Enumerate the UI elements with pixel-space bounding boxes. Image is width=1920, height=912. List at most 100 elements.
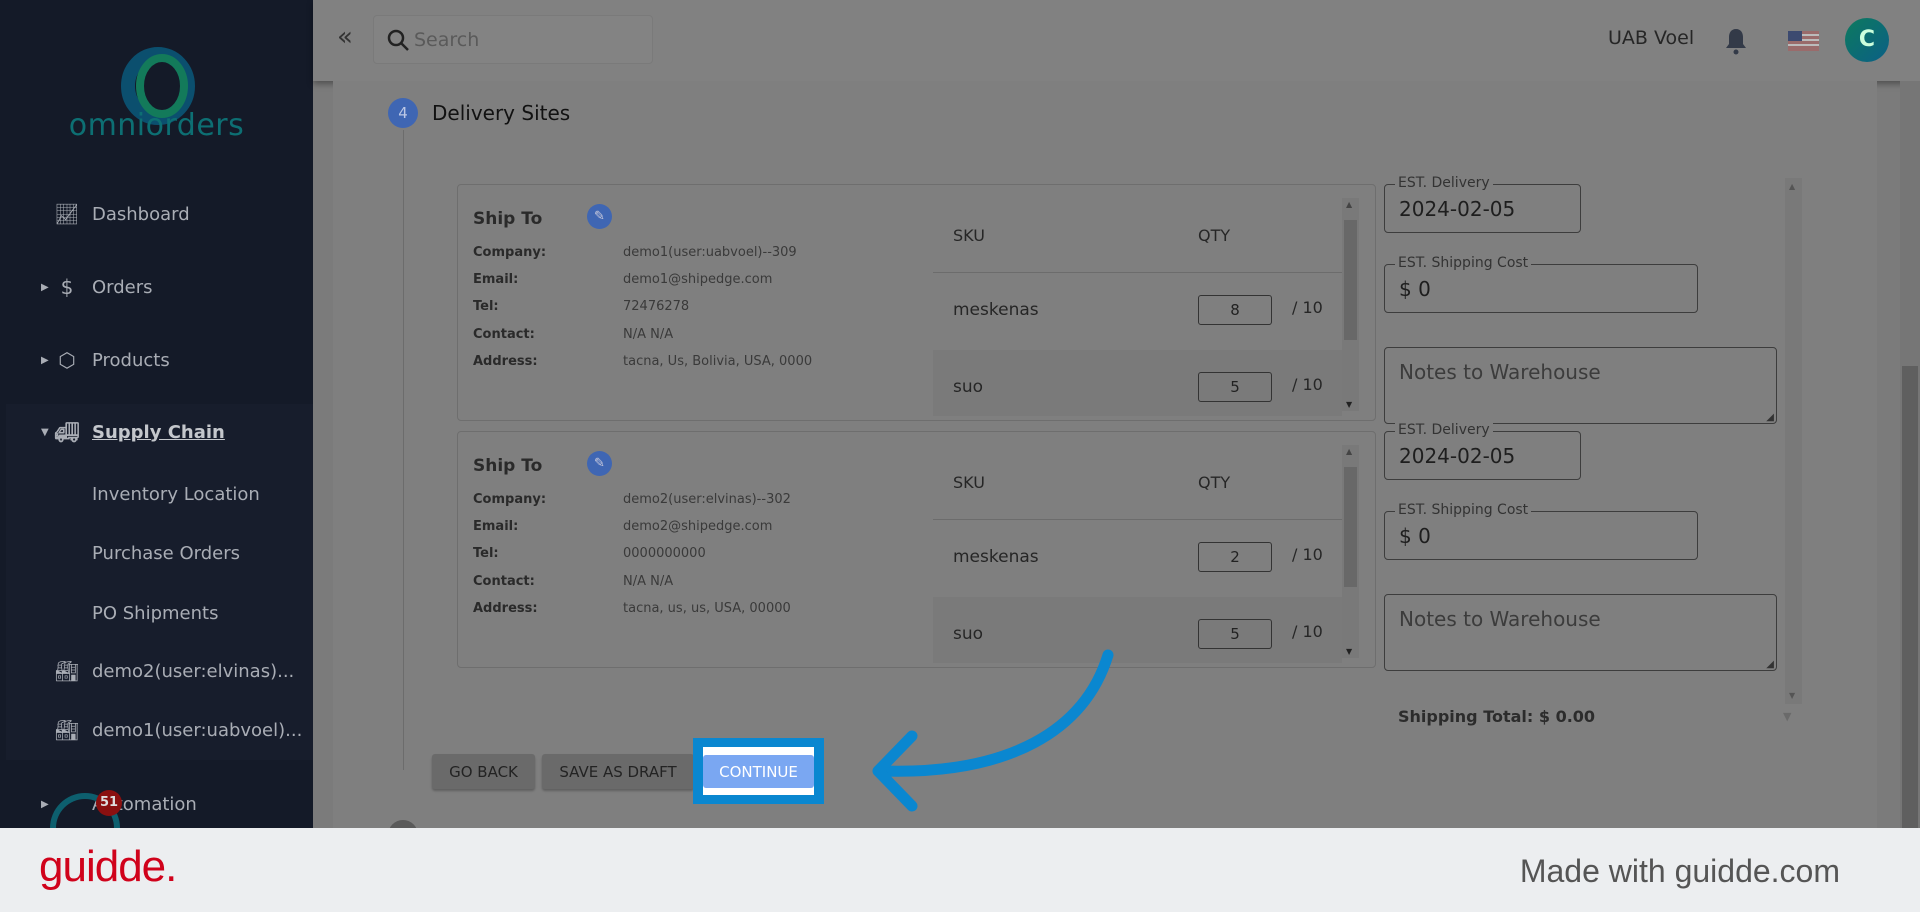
sku-name: meskenas xyxy=(953,300,1039,320)
company-label: Company: xyxy=(473,245,547,260)
contact-label: Contact: xyxy=(473,574,535,589)
sidebar-item-demo1[interactable]: 🏭︎ demo1(user:uabvoel)... xyxy=(0,710,313,750)
items-scrollbar-thumb[interactable] xyxy=(1344,467,1357,587)
company-label: Company: xyxy=(473,492,547,507)
est-delivery-label: EST. Delivery xyxy=(1395,175,1493,191)
chart-line-icon: 📈︎ xyxy=(54,202,80,226)
email-value: demo2@shipedge.com xyxy=(623,519,773,534)
sidebar-item-orders[interactable]: ▶ $ Orders xyxy=(0,267,313,307)
company-value: demo1(user:uabvoel)--309 xyxy=(623,245,797,260)
tel-value: 0000000000 xyxy=(623,546,706,561)
est-shipping-cost-field[interactable]: EST. Shipping Cost $ 0 xyxy=(1384,502,1698,560)
continue-button[interactable]: CONTINUE xyxy=(703,755,814,788)
avatar[interactable]: C xyxy=(1845,18,1889,62)
scroll-up-icon[interactable]: ▲ xyxy=(1789,182,1795,191)
footer-tagline: Made with guidde.com xyxy=(1519,853,1840,889)
contact-value: N/A N/A xyxy=(623,327,674,342)
email-label: Email: xyxy=(473,519,519,534)
items-scrollbar[interactable]: ▲ ▼ xyxy=(1342,445,1359,658)
qty-input[interactable]: 5 xyxy=(1198,372,1272,402)
stepper-line xyxy=(403,130,404,770)
contact-value: N/A N/A xyxy=(623,574,674,589)
sidebar-item-supply-chain[interactable]: ▼ 🚚︎ Supply Chain xyxy=(0,412,313,452)
email-value: demo1@shipedge.com xyxy=(623,272,773,287)
brand-name: omniorders xyxy=(68,108,245,143)
email-label: Email: xyxy=(473,272,519,287)
scroll-up-icon[interactable]: ▲ xyxy=(1346,200,1352,209)
guidde-logo: guidde. xyxy=(39,842,177,891)
scroll-down-icon[interactable]: ▼ xyxy=(1346,400,1352,409)
items-scrollbar-thumb[interactable] xyxy=(1344,220,1357,340)
supply-chain-section xyxy=(6,404,313,760)
est-delivery-value[interactable]: 2024-02-05 xyxy=(1399,197,1515,221)
qty-max: / 10 xyxy=(1292,545,1323,564)
est-cost-label: EST. Shipping Cost xyxy=(1395,502,1532,518)
notes-textarea[interactable]: Notes to Warehouse ◢ xyxy=(1384,347,1777,424)
est-delivery-label: EST. Delivery xyxy=(1395,422,1493,438)
tel-label: Tel: xyxy=(473,546,499,561)
qty-max: / 10 xyxy=(1292,375,1323,394)
qty-input[interactable]: 2 xyxy=(1198,542,1272,572)
resize-handle-icon[interactable]: ◢ xyxy=(1766,659,1774,670)
qty-input[interactable]: 8 xyxy=(1198,295,1272,325)
go-back-button[interactable]: GO BACK xyxy=(432,754,535,789)
sidebar-item-inventory-location[interactable]: Inventory Location xyxy=(0,474,313,514)
us-flag-icon[interactable] xyxy=(1788,31,1819,51)
resize-handle-icon[interactable]: ◢ xyxy=(1766,412,1774,423)
est-delivery-value[interactable]: 2024-02-05 xyxy=(1399,444,1515,468)
est-shipping-cost-field[interactable]: EST. Shipping Cost $ 0 xyxy=(1384,255,1698,313)
sites-scrollbar[interactable]: ▲ ▼ xyxy=(1785,178,1802,704)
est-delivery-field[interactable]: EST. Delivery 2024-02-05 xyxy=(1384,175,1581,233)
qty-max: / 10 xyxy=(1292,298,1323,317)
qty-input[interactable]: 5 xyxy=(1198,619,1272,649)
collapse-sidebar-icon[interactable]: « xyxy=(337,22,353,52)
caret-down-icon: ▼ xyxy=(41,426,49,438)
contact-label: Contact: xyxy=(473,327,535,342)
scroll-down-icon[interactable]: ▼ xyxy=(1789,691,1795,700)
edit-pencil-icon[interactable]: ✎ xyxy=(587,451,612,476)
bell-icon[interactable] xyxy=(1724,27,1748,55)
top-header: « Search UAB Voel C xyxy=(313,0,1920,81)
caret-right-icon: ▶ xyxy=(41,354,49,366)
sidebar-item-products[interactable]: ▶ ⬡ Products xyxy=(0,340,313,380)
save-draft-button[interactable]: SAVE AS DRAFT xyxy=(542,754,694,789)
items-scrollbar[interactable]: ▲ ▼ xyxy=(1342,198,1359,411)
sidebar-item-automation[interactable]: ▶ Automation xyxy=(0,784,313,824)
warehouse-icon: 🏭︎ xyxy=(54,718,80,742)
caret-right-icon: ▶ xyxy=(41,798,49,810)
notification-badge: 51 xyxy=(96,790,122,816)
box-icon: ⬡ xyxy=(58,348,76,372)
ship-to-heading: Ship To xyxy=(473,456,543,476)
est-cost-value[interactable]: $ 0 xyxy=(1399,524,1431,548)
divider xyxy=(933,519,1342,520)
scroll-up-icon[interactable]: ▲ xyxy=(1346,447,1352,456)
notes-placeholder: Notes to Warehouse xyxy=(1399,607,1601,631)
tel-value: 72476278 xyxy=(623,299,690,314)
sidebar-item-dashboard[interactable]: 📈︎ Dashboard xyxy=(0,194,313,234)
scroll-down-icon[interactable]: ▼ xyxy=(1346,647,1352,656)
step-number: 4 xyxy=(388,98,418,128)
est-delivery-field[interactable]: EST. Delivery 2024-02-05 xyxy=(1384,422,1581,480)
sidebar-item-purchase-orders[interactable]: Purchase Orders xyxy=(0,533,313,573)
address-value: tacna, Us, Bolivia, USA, 0000 xyxy=(623,354,813,369)
sidebar-item-demo2[interactable]: 🏭︎ demo2(user:elvinas)... xyxy=(0,651,313,691)
search-box[interactable]: Search xyxy=(373,15,653,64)
dollar-icon: $ xyxy=(60,275,74,299)
collapse-caret-icon[interactable]: ▼ xyxy=(1783,710,1791,723)
ship-to-heading: Ship To xyxy=(473,209,543,229)
shipping-total: Shipping Total: $ 0.00 xyxy=(1398,707,1596,726)
tel-label: Tel: xyxy=(473,299,499,314)
company-name[interactable]: UAB Voel xyxy=(1608,27,1694,49)
notes-textarea[interactable]: Notes to Warehouse ◢ xyxy=(1384,594,1777,671)
search-input[interactable]: Search xyxy=(414,29,479,51)
sku-name: suo xyxy=(953,377,984,397)
qty-header: QTY xyxy=(1198,226,1231,245)
edit-pencil-icon[interactable]: ✎ xyxy=(587,204,612,229)
warehouse-icon: 🏭︎ xyxy=(54,659,80,683)
page-scrollbar[interactable] xyxy=(1900,81,1920,828)
row-band xyxy=(933,350,1342,416)
est-cost-value[interactable]: $ 0 xyxy=(1399,277,1431,301)
guidde-footer: guidde. Made with guidde.com xyxy=(0,828,1920,912)
page-scrollbar-thumb[interactable] xyxy=(1902,366,1918,828)
sidebar-item-po-shipments[interactable]: PO Shipments xyxy=(0,593,313,633)
